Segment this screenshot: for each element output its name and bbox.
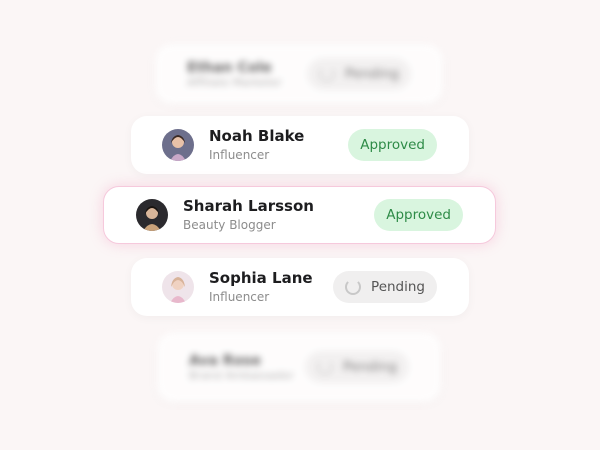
user-name: Ava Rose	[189, 352, 262, 369]
spinner-icon	[317, 359, 334, 375]
status-label: Approved	[360, 137, 425, 153]
avatar	[136, 199, 168, 231]
status-badge: Pending	[305, 351, 409, 383]
list-item[interactable]: Sophia Lane Influencer Pending	[131, 258, 469, 316]
status-badge: Approved	[374, 199, 463, 231]
list-item-selected[interactable]: Sharah Larsson Beauty Blogger Approved	[103, 186, 496, 244]
status-badge: Pending	[333, 271, 437, 303]
spinner-icon	[345, 279, 362, 295]
status-label: Pending	[345, 66, 399, 82]
user-role: Influencer	[209, 290, 270, 304]
status-label: Approved	[386, 207, 451, 223]
list-item: Ethan Cole Affiliate Marketer Pending	[155, 44, 443, 104]
user-name: Noah Blake	[209, 127, 305, 145]
status-label: Pending	[343, 359, 397, 375]
user-name: Sophia Lane	[209, 269, 313, 287]
avatar	[162, 271, 194, 303]
list-item: Ava Rose Brand Ambassador Pending	[157, 332, 441, 402]
user-role: Influencer	[209, 148, 270, 162]
user-name: Sharah Larsson	[183, 197, 314, 215]
user-name: Ethan Cole	[187, 59, 272, 76]
status-badge: Pending	[307, 58, 411, 90]
user-role: Beauty Blogger	[183, 218, 276, 232]
status-badge: Approved	[348, 129, 437, 161]
avatar	[162, 129, 194, 161]
spinner-icon	[319, 66, 336, 82]
status-label: Pending	[371, 279, 425, 295]
user-role: Affiliate Marketer	[187, 75, 282, 89]
list-item[interactable]: Noah Blake Influencer Approved	[131, 116, 469, 174]
user-role: Brand Ambassador	[189, 368, 294, 382]
